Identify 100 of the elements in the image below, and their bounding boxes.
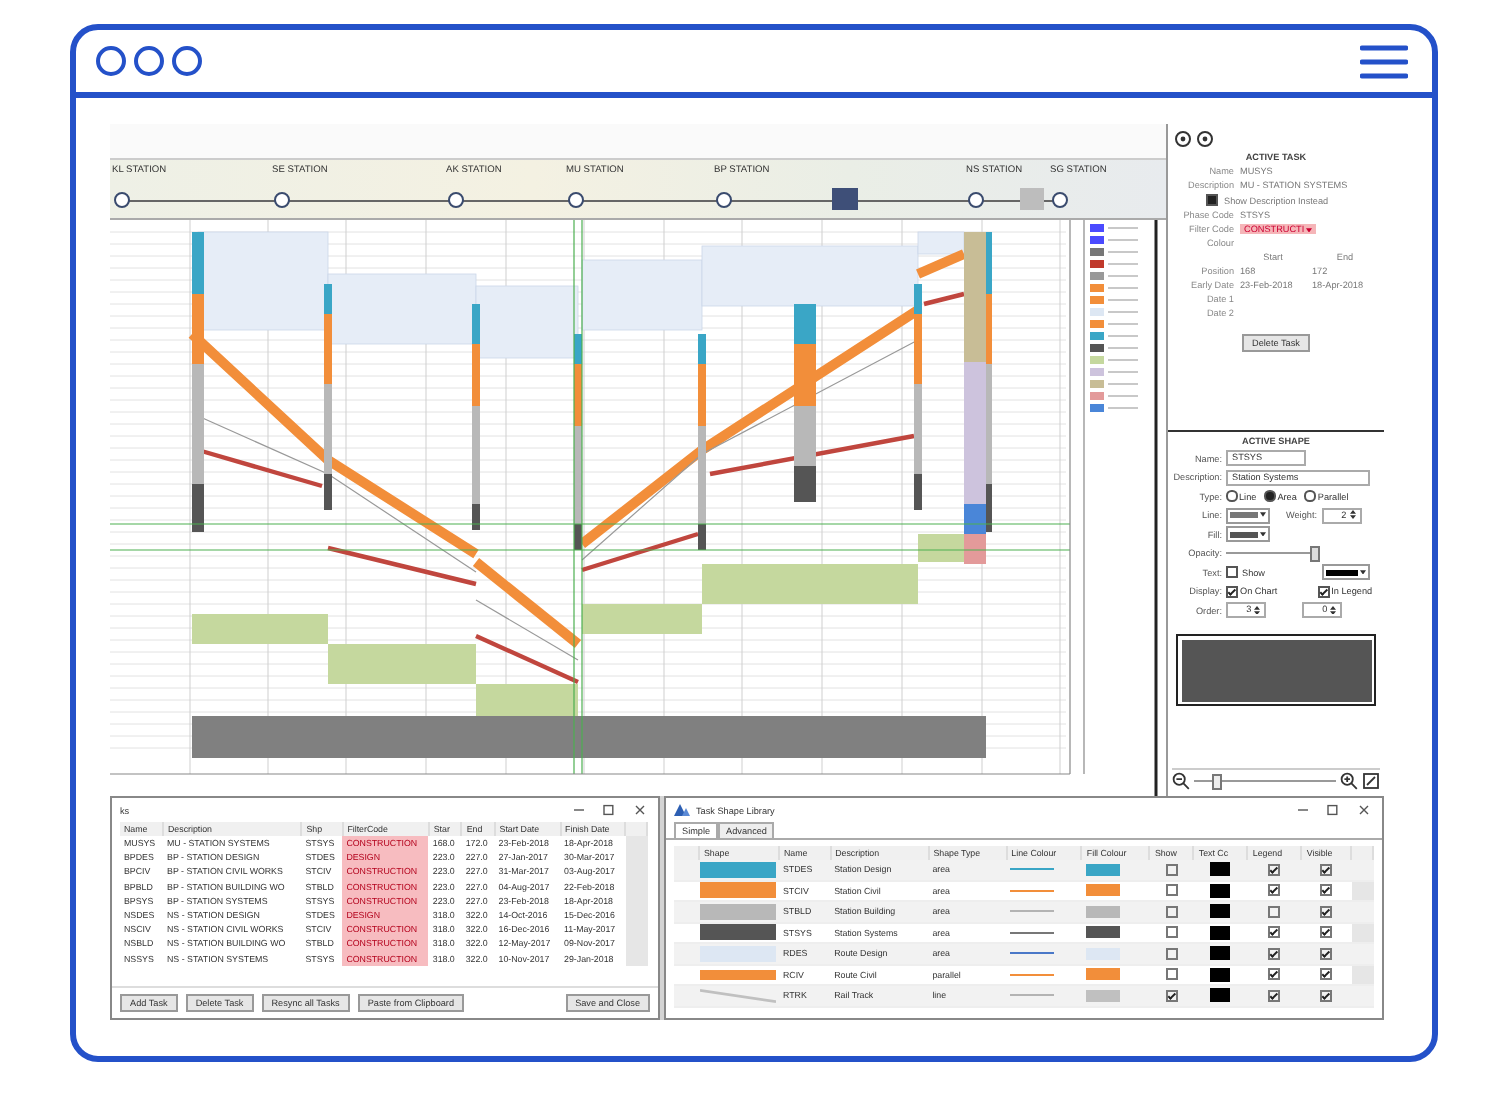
checkbox[interactable] xyxy=(1320,905,1333,918)
legend-swatch xyxy=(1090,272,1104,280)
radio-button[interactable] xyxy=(1304,490,1316,502)
checkbox[interactable] xyxy=(1165,926,1178,939)
legend-swatch xyxy=(1090,320,1104,328)
fill-colour-dropdown[interactable] xyxy=(1226,526,1270,542)
checkbox[interactable] xyxy=(1165,884,1178,897)
spinner-arrows-icon[interactable] xyxy=(1254,605,1260,615)
zoom-out-icon[interactable] xyxy=(1172,772,1190,790)
station-node-icon[interactable] xyxy=(716,192,732,208)
station-node-icon[interactable] xyxy=(968,192,984,208)
checkbox[interactable] xyxy=(1268,926,1281,939)
checkbox[interactable] xyxy=(1268,968,1281,981)
window-dot-icon xyxy=(96,46,126,76)
legend-entry-line xyxy=(1107,311,1139,313)
spinner-arrows-icon[interactable] xyxy=(1330,605,1336,615)
systems-line xyxy=(475,634,579,684)
legend-entry-line xyxy=(1107,383,1139,385)
text-colour-swatch xyxy=(1210,946,1231,961)
legend-swatch xyxy=(1090,380,1104,388)
window-controls-icon[interactable] xyxy=(570,804,650,816)
checkbox[interactable] xyxy=(1165,905,1178,918)
legend-swatch xyxy=(1090,260,1104,268)
rail-track-line xyxy=(475,599,579,661)
square-marker-icon[interactable] xyxy=(1020,188,1044,210)
station-node-icon[interactable] xyxy=(274,192,290,208)
legend-entry-line xyxy=(1107,251,1139,253)
checkbox[interactable] xyxy=(1268,884,1281,897)
checkbox[interactable] xyxy=(1226,585,1238,597)
legend-swatch xyxy=(1090,404,1104,412)
square-marker-icon[interactable] xyxy=(832,188,858,210)
checkbox[interactable] xyxy=(1320,926,1333,939)
legend-entry-line xyxy=(1107,287,1139,289)
window-dot-icon xyxy=(172,46,202,76)
legend-swatch xyxy=(1090,392,1104,400)
systems-line xyxy=(923,291,965,307)
app-logo-icon xyxy=(674,804,690,816)
station-node-icon[interactable] xyxy=(1052,192,1068,208)
station-node-icon[interactable] xyxy=(568,192,584,208)
checkbox[interactable] xyxy=(1268,947,1281,960)
checkbox[interactable] xyxy=(1268,989,1281,1002)
legend-entry-line xyxy=(1107,359,1139,361)
legend-swatch xyxy=(1090,224,1104,232)
checkbox[interactable] xyxy=(1268,905,1281,918)
checkbox[interactable] xyxy=(1165,863,1178,876)
legend-swatch xyxy=(1090,236,1104,244)
legend-entry-line xyxy=(1107,407,1139,409)
systems-line xyxy=(581,531,699,573)
legend-entry-line xyxy=(1107,227,1139,229)
legend-swatch xyxy=(1090,308,1104,316)
zoom-in-icon[interactable] xyxy=(1340,772,1358,790)
checkbox[interactable] xyxy=(1320,968,1333,981)
window-dot-icon xyxy=(134,46,164,76)
legend-swatch xyxy=(1090,356,1104,364)
station-node-icon[interactable] xyxy=(114,192,130,208)
checkbox[interactable] xyxy=(1165,989,1178,1002)
civil-works-line xyxy=(916,249,966,279)
zoom-slider-thumb[interactable] xyxy=(1211,774,1222,790)
opacity-slider-thumb[interactable] xyxy=(1309,546,1320,562)
design-area xyxy=(197,231,329,331)
checkbox[interactable] xyxy=(1320,863,1333,876)
checkbox[interactable] xyxy=(1320,884,1333,897)
menu-icon[interactable] xyxy=(1360,43,1408,79)
legend-swatch xyxy=(1090,296,1104,304)
station-node-icon[interactable] xyxy=(448,192,464,208)
legend-swatch xyxy=(1090,344,1104,352)
caret-icon[interactable] xyxy=(1260,512,1266,518)
legend-swatch xyxy=(1090,248,1104,256)
checkbox[interactable] xyxy=(1320,989,1333,1002)
legend-entry-line xyxy=(1107,347,1139,349)
text-colour-swatch xyxy=(1210,988,1231,1003)
text-colour-dropdown[interactable] xyxy=(1321,564,1369,580)
radio-button[interactable] xyxy=(1226,490,1237,502)
legend-swatch xyxy=(1090,284,1104,292)
legend-entry-line xyxy=(1107,239,1139,241)
text-colour-swatch xyxy=(1210,967,1231,982)
fit-icon[interactable] xyxy=(1362,772,1380,790)
text-colour-swatch xyxy=(1210,862,1231,877)
legend-entry-line xyxy=(1107,395,1139,397)
legend-entry-line xyxy=(1107,371,1139,373)
checkbox[interactable] xyxy=(1268,863,1281,876)
legend-swatch xyxy=(1090,368,1104,376)
legend-entry-line xyxy=(1107,335,1139,337)
window-controls-icon[interactable] xyxy=(1294,804,1374,816)
spinner-arrows-icon[interactable] xyxy=(1349,510,1355,520)
caret-icon[interactable] xyxy=(1260,531,1266,537)
legend-entry-line xyxy=(1107,299,1139,301)
legend-entry-line xyxy=(1107,275,1139,277)
text-colour-swatch xyxy=(1210,883,1231,898)
caret-icon[interactable] xyxy=(1359,569,1365,575)
checkbox[interactable] xyxy=(1206,194,1218,206)
checkbox[interactable] xyxy=(1320,947,1333,960)
checkbox[interactable] xyxy=(1226,566,1238,578)
checkbox[interactable] xyxy=(1317,585,1330,597)
radio-button[interactable] xyxy=(1264,490,1276,502)
legend-swatch xyxy=(1090,332,1104,340)
line-colour-dropdown[interactable] xyxy=(1226,507,1270,523)
text-colour-swatch xyxy=(1210,925,1231,940)
checkbox[interactable] xyxy=(1165,947,1178,960)
checkbox[interactable] xyxy=(1165,968,1178,981)
